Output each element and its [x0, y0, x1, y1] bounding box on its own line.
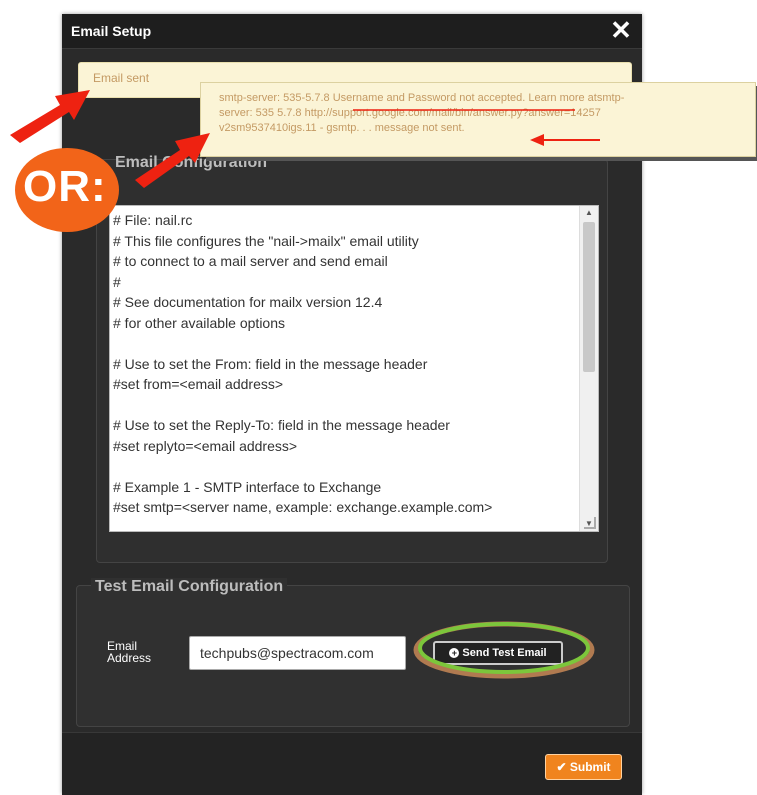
annotation-overlay	[10, 90, 600, 679]
red-pointer-arrow-icon	[530, 134, 600, 146]
highlight-ring	[413, 621, 595, 679]
red-arrow-icon	[10, 90, 90, 143]
red-arrow-icon	[135, 133, 210, 188]
